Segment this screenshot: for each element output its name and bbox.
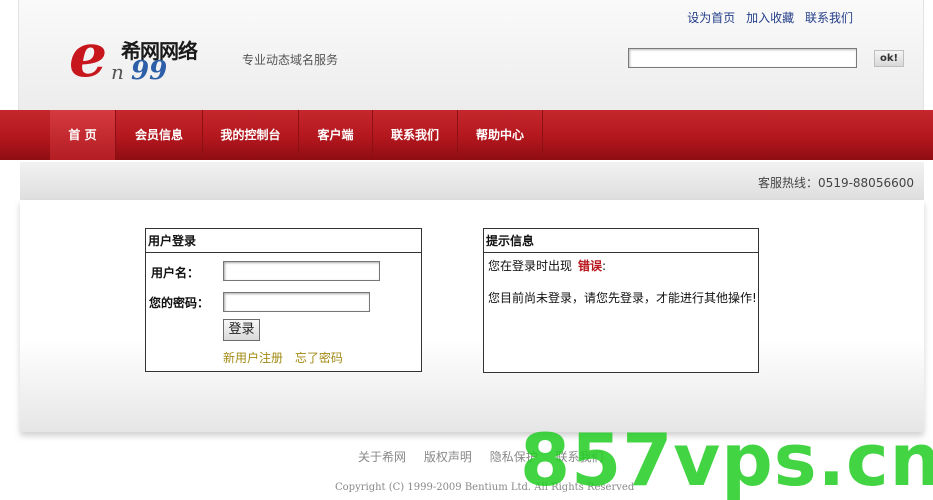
footer-about-link[interactable]: 关于希网 — [358, 450, 406, 464]
site-tagline: 专业动态域名服务 — [242, 53, 339, 67]
nav-item-contact-us[interactable]: 联系我们 — [373, 110, 458, 160]
nav-item-client[interactable]: 客户端 — [299, 110, 373, 160]
login-links: 新用户注册 忘了密码 — [223, 349, 351, 366]
copyright-text: Copyright (C) 1999-2009 Bentium Ltd. All… — [335, 482, 635, 493]
footer-contact-link[interactable]: 联系我们 — [556, 450, 604, 464]
tip-error-line: 您在登录时出现 错误: — [488, 257, 606, 274]
logo-n-mark: n — [111, 60, 124, 84]
footer-links: 关于希网 版权声明 隐私保护 联系我们 — [358, 448, 618, 465]
tip-error-suffix: : — [602, 259, 607, 273]
nav-item-help-center[interactable]: 帮助中心 — [458, 110, 543, 160]
footer-privacy-link[interactable]: 隐私保护 — [490, 450, 538, 464]
tip-error-prefix: 您在登录时出现 — [488, 259, 573, 273]
top-links: 设为首页 加入收藏 联系我们 — [680, 9, 853, 26]
add-favorite-link[interactable]: 加入收藏 — [746, 11, 794, 25]
hotline-bar: 客服热线：0519-88056600 — [20, 162, 924, 200]
main-nav: 首 页 会员信息 我的控制台 客户端 联系我们 帮助中心 — [0, 110, 933, 160]
contact-us-top-link[interactable]: 联系我们 — [805, 11, 853, 25]
password-label: 您的密码： — [149, 296, 210, 310]
search-input[interactable] — [628, 48, 857, 68]
login-panel-title: 用户登录 — [146, 229, 421, 253]
logo-e-mark: e — [69, 21, 108, 91]
login-panel: 用户登录 用户名： 您的密码： 登录 新用户注册 忘了密码 — [145, 228, 422, 372]
tip-panel: 提示信息 您在登录时出现 错误: 您目前尚未登录，请您先登录，才能进行其他操作! — [483, 228, 759, 373]
logo-99-mark: 99 — [131, 56, 168, 86]
nav-item-member-info[interactable]: 会员信息 — [116, 110, 203, 160]
main-content: 用户登录 用户名： 您的密码： 登录 新用户注册 忘了密码 提示信息 您在登录时… — [20, 200, 924, 432]
tip-error-word: 错误 — [578, 259, 603, 273]
nav-item-home[interactable]: 首 页 — [50, 110, 116, 160]
set-homepage-link[interactable]: 设为首页 — [687, 11, 735, 25]
site-logo[interactable]: e 希网网络 n 99 — [69, 21, 214, 91]
search-ok-button[interactable]: ok! — [874, 50, 904, 67]
tip-panel-title: 提示信息 — [484, 229, 758, 253]
password-field[interactable] — [223, 292, 370, 312]
nav-item-control-panel[interactable]: 我的控制台 — [203, 110, 299, 160]
username-field[interactable] — [223, 261, 380, 281]
footer-copyright-link[interactable]: 版权声明 — [424, 450, 472, 464]
tip-message: 您目前尚未登录，请您先登录，才能进行其他操作! — [488, 291, 757, 305]
forgot-password-link[interactable]: 忘了密码 — [295, 351, 343, 365]
login-button[interactable]: 登录 — [223, 319, 260, 341]
register-link[interactable]: 新用户注册 — [223, 351, 283, 365]
hotline-text: 客服热线：0519-88056600 — [758, 176, 914, 190]
username-label: 用户名： — [151, 266, 200, 280]
